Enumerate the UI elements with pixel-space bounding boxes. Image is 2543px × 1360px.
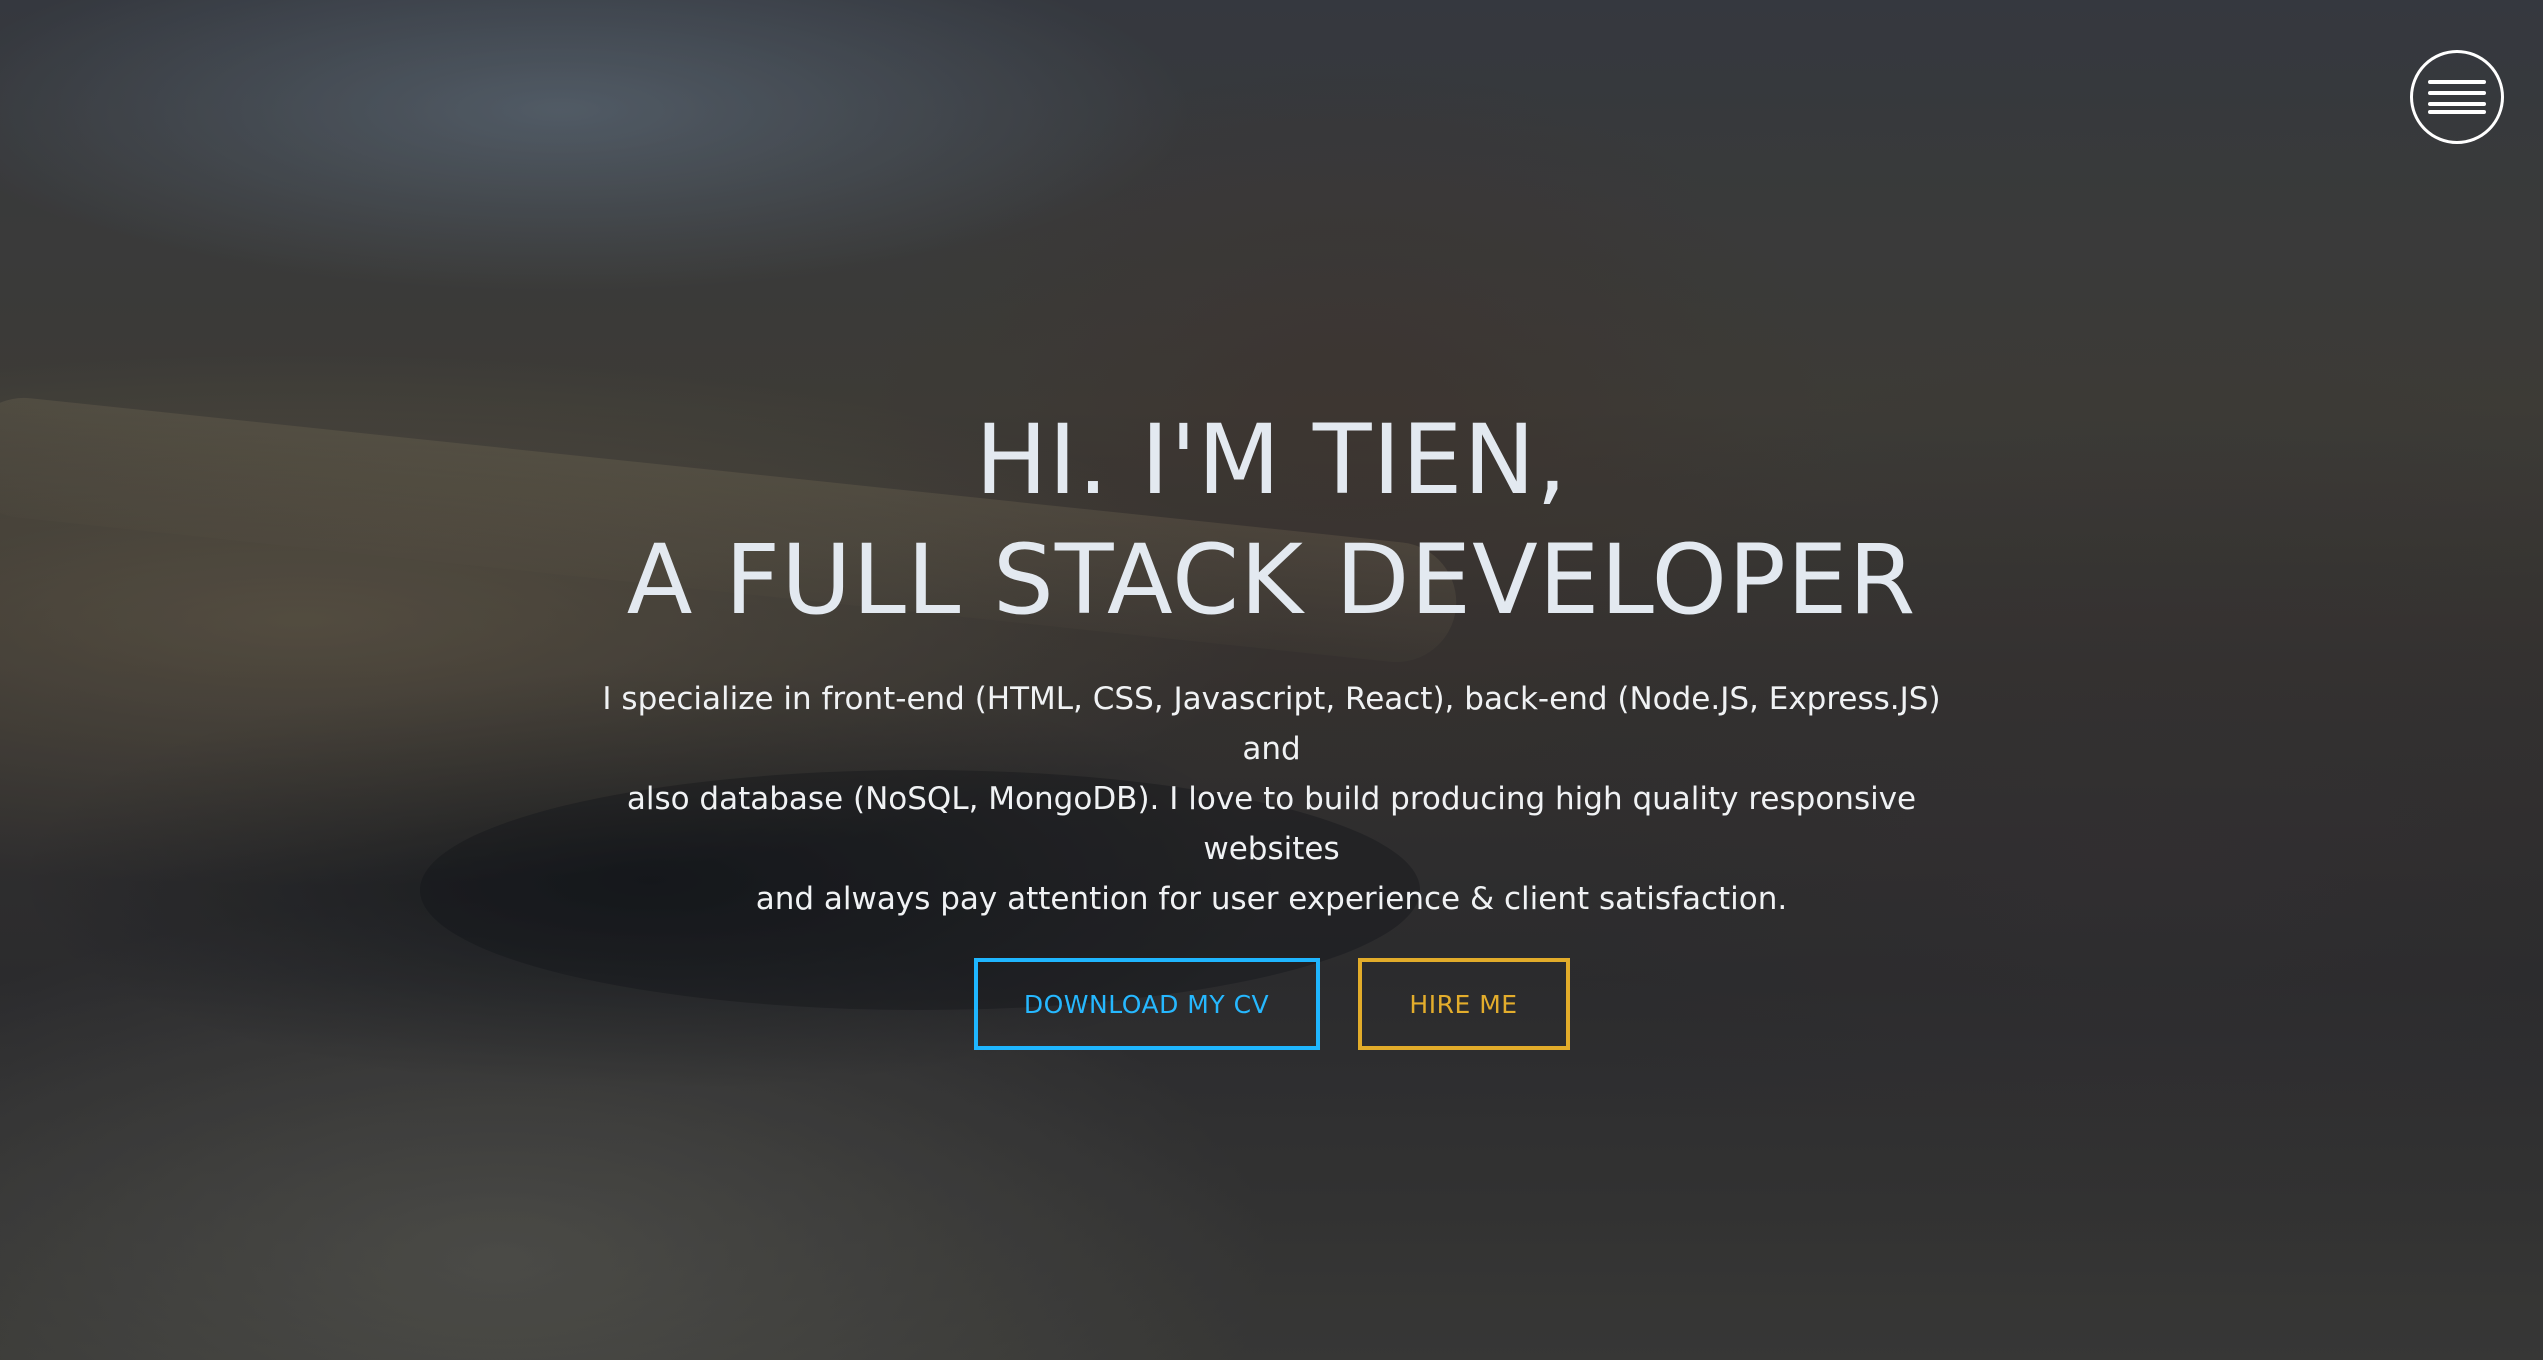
intro-line-3: and always pay attention for user experi… bbox=[755, 881, 1788, 917]
intro-line-1: I specialize in front-end (HTML, CSS, Ja… bbox=[602, 681, 1941, 767]
download-cv-button[interactable]: DOWNLOAD MY CV bbox=[973, 958, 1320, 1050]
hero-headline: HI. I'M TIEN, A FULL STACK DEVELOPER bbox=[0, 400, 2543, 640]
hero-section: HI. I'M TIEN, A FULL STACK DEVELOPER I s… bbox=[0, 0, 2543, 1360]
hamburger-menu-icon bbox=[2428, 80, 2486, 114]
headline-role: A FULL STACK DEVELOPER bbox=[626, 524, 1917, 636]
hero-actions: DOWNLOAD MY CV HIRE ME bbox=[0, 958, 2543, 1050]
hire-me-button[interactable]: HIRE ME bbox=[1357, 958, 1570, 1050]
hamburger-menu-button[interactable] bbox=[2410, 50, 2504, 144]
intro-line-2: also database (NoSQL, MongoDB). I love t… bbox=[626, 781, 1917, 867]
hero-content: HI. I'M TIEN, A FULL STACK DEVELOPER I s… bbox=[0, 400, 2543, 1050]
hero-intro-text: I specialize in front-end (HTML, CSS, Ja… bbox=[582, 674, 1962, 924]
headline-greeting: HI. I'M TIEN, bbox=[975, 404, 1568, 516]
